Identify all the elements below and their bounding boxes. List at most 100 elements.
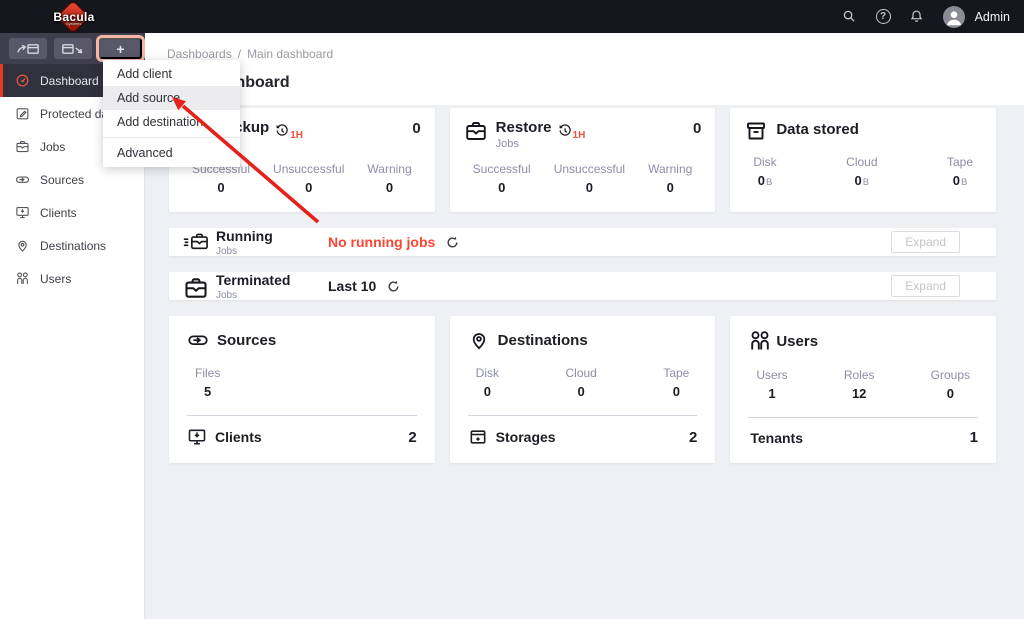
bar-subtitle: Jobs bbox=[216, 289, 238, 301]
clients-row[interactable]: Clients 2 bbox=[187, 427, 417, 447]
briefcase-icon bbox=[15, 139, 30, 154]
unit-label: B bbox=[765, 177, 773, 188]
card-stats: Users 1 Roles 12 Groups 0 bbox=[748, 368, 978, 402]
footer-label: Tenants bbox=[750, 429, 803, 446]
unit-label: B bbox=[862, 177, 870, 188]
stat-value: 0 bbox=[483, 384, 491, 399]
stat-roles: Roles 12 bbox=[844, 368, 875, 402]
footer-value: 2 bbox=[408, 428, 417, 446]
stat-value: 0B bbox=[854, 173, 870, 188]
tenants-row[interactable]: Tenants 1 bbox=[748, 429, 978, 446]
sidebar-label: Users bbox=[40, 271, 72, 286]
sidebar-item-destinations[interactable]: Destinations bbox=[0, 229, 144, 262]
footer-label: Storages bbox=[495, 429, 556, 445]
card-subtitle: Jobs bbox=[495, 138, 519, 150]
menu-item-add-source[interactable]: Add source bbox=[103, 86, 240, 110]
expand-button[interactable]: Expand bbox=[891, 275, 960, 297]
stat-value: 5 bbox=[204, 384, 212, 399]
sidebar-label: Dashboard bbox=[40, 73, 99, 88]
notifications-bell-icon[interactable] bbox=[908, 8, 926, 26]
stat-warning: Warning 0 bbox=[648, 162, 692, 195]
stat-label: Disk bbox=[475, 366, 500, 380]
refresh-interval-label: 1H bbox=[572, 130, 586, 141]
speedometer-icon bbox=[15, 73, 30, 88]
sidebar-item-sources[interactable]: Sources bbox=[0, 163, 144, 196]
briefcase-icon bbox=[464, 119, 488, 143]
card-stats: Successful 0 Unsuccessful 0 Warning 0 bbox=[464, 162, 702, 195]
backup-box-arrow-icon bbox=[62, 43, 83, 54]
username-label[interactable]: Admin bbox=[975, 10, 1010, 24]
sidebar-label: Destinations bbox=[40, 238, 107, 253]
stat-cloud: Cloud 0B bbox=[846, 155, 877, 188]
add-button[interactable]: + bbox=[99, 38, 142, 59]
restore-arrow-box-icon bbox=[17, 43, 39, 54]
sidebar-item-clients[interactable]: Clients bbox=[0, 196, 144, 229]
dashboard-content: Backup Jobs 1H 0 Successful 0 bbox=[145, 105, 1024, 619]
stat-label: Groups bbox=[930, 368, 971, 382]
stat-label: Disk bbox=[753, 155, 777, 169]
storage-box-icon bbox=[468, 427, 488, 447]
breadcrumb-parent[interactable]: Dashboards bbox=[167, 47, 232, 61]
source-pill-icon bbox=[187, 329, 209, 351]
stat-successful: Successful 0 bbox=[473, 162, 531, 195]
brand-subtitle: Systems bbox=[66, 20, 82, 26]
stat-value: 1 bbox=[768, 386, 776, 401]
stat-tape: Tape 0B bbox=[947, 155, 973, 188]
card-stats: Disk 0 Cloud 0 Tape 0 bbox=[468, 366, 698, 400]
search-icon[interactable] bbox=[841, 8, 859, 26]
client-monitor-icon bbox=[187, 427, 207, 447]
running-briefcase-icon bbox=[183, 231, 209, 253]
divider bbox=[187, 415, 417, 416]
user-avatar[interactable] bbox=[942, 5, 965, 28]
breadcrumb: Dashboards / Main dashboard bbox=[145, 33, 1024, 61]
restore-jobs-card: Restore Jobs 1H 0 Successful 0 Unsuccess… bbox=[449, 108, 716, 212]
stat-value: 0 bbox=[946, 386, 954, 401]
stat-label: Tape bbox=[946, 155, 974, 169]
page-header: Dashboards / Main dashboard Main dashboa… bbox=[145, 33, 1024, 105]
breadcrumb-separator: / bbox=[237, 47, 242, 61]
bar-title-stack: Running Jobs bbox=[216, 228, 304, 257]
running-jobs-bar: Running Jobs No running jobs Expand bbox=[169, 228, 996, 256]
client-monitor-icon bbox=[15, 205, 30, 220]
card-head: Data stored bbox=[744, 119, 982, 143]
card-head: Sources bbox=[187, 329, 417, 351]
stat-label: Unsuccessful bbox=[553, 162, 626, 176]
sidebar-label: Sources bbox=[40, 172, 85, 187]
edit-square-icon bbox=[15, 106, 30, 121]
stat-groups: Groups 0 bbox=[931, 368, 970, 402]
refresh-interval[interactable]: 1H bbox=[557, 123, 586, 141]
breadcrumb-current: Main dashboard bbox=[247, 47, 334, 61]
data-stored-card: Data stored Disk 0B Cloud 0B Tape 0B bbox=[730, 108, 997, 212]
stat-value: 0B bbox=[952, 173, 968, 188]
stat-value: 0B bbox=[757, 173, 773, 188]
topbar: Bacula Systems ? Admin bbox=[0, 0, 1024, 33]
stat-warning: Warning 0 bbox=[367, 162, 411, 195]
menu-item-add-destination[interactable]: Add destination bbox=[103, 110, 240, 134]
menu-item-add-client[interactable]: Add client bbox=[103, 62, 240, 86]
stat-users: Users 1 bbox=[756, 368, 787, 402]
card-title: Data stored bbox=[776, 121, 859, 138]
stat-label: Successful bbox=[472, 162, 531, 176]
refresh-interval[interactable]: 1H bbox=[274, 123, 303, 141]
refresh-icon[interactable] bbox=[445, 235, 460, 250]
users-icon bbox=[15, 271, 30, 286]
terminated-jobs-bar: Terminated Jobs Last 10 Expand bbox=[169, 272, 996, 300]
map-pin-icon bbox=[15, 238, 30, 253]
sidebar-item-users[interactable]: Users bbox=[0, 262, 144, 295]
stat-value: 0 bbox=[385, 180, 394, 195]
stat-value: 0 bbox=[217, 180, 225, 195]
storages-row[interactable]: Storages 2 bbox=[468, 427, 697, 447]
restore-job-button[interactable] bbox=[9, 38, 47, 59]
expand-button[interactable]: Expand bbox=[891, 231, 960, 253]
help-icon[interactable]: ? bbox=[875, 9, 891, 24]
stat-label: Warning bbox=[367, 162, 412, 176]
footer-label: Clients bbox=[215, 429, 262, 445]
sources-card: Sources Files 5 Clients 2 bbox=[169, 316, 435, 463]
stat-unsuccessful: Unsuccessful 0 bbox=[554, 162, 625, 195]
refresh-icon[interactable] bbox=[386, 279, 401, 294]
backup-job-button[interactable] bbox=[54, 38, 92, 59]
menu-item-advanced[interactable]: Advanced bbox=[103, 141, 240, 165]
stat-label: Users bbox=[756, 368, 788, 382]
sidebar-label: Jobs bbox=[40, 139, 66, 154]
stat-label: Tape bbox=[663, 366, 690, 380]
